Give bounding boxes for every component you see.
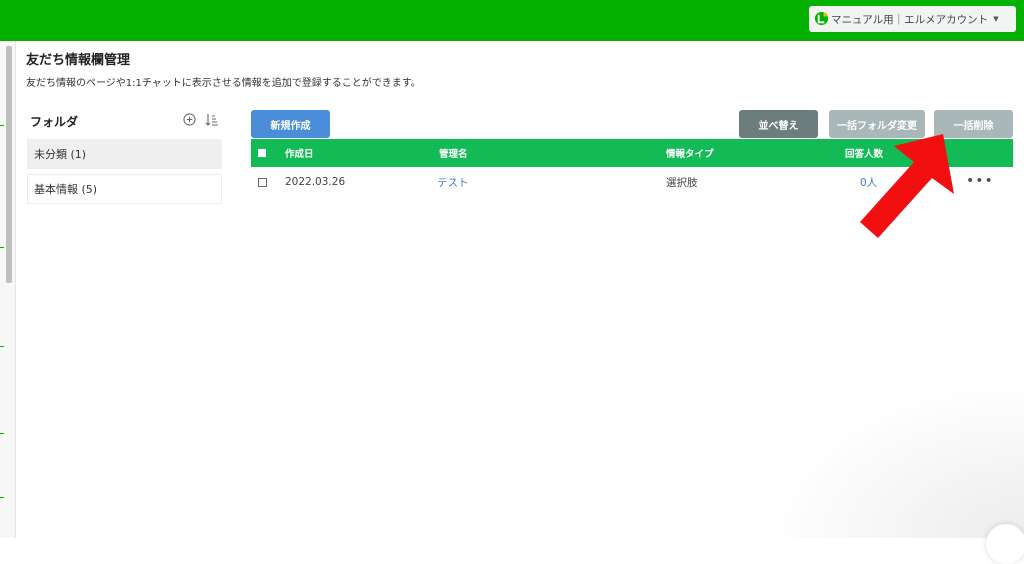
row-date: 2022.03.26 [285,176,346,188]
row-type: 選択肢 [666,176,698,189]
sidebar-scrollbar[interactable] [6,46,12,283]
sort-button[interactable]: 並べ替え [739,110,818,138]
account-name: マニュアル用｜エルメアカウント [831,13,989,26]
page-title: 友だち情報欄管理 [26,53,131,68]
folder-item-label: 基本情報 (5) [34,183,98,196]
more-options-icon[interactable]: ••• [966,174,993,188]
sidebar-marker [0,433,4,434]
select-all-checkbox[interactable] [258,149,266,157]
column-header-name[interactable]: 管理名 [439,139,468,167]
page-description: 友だち情報のページや1:1チャットに表示させる情報を追加で登録することができます… [26,78,421,89]
top-navigation-bar: マニュアル用｜エルメアカウント ▼ [0,0,1024,41]
background-shadow [764,378,1024,538]
floating-help-button[interactable] [986,524,1024,564]
new-create-button[interactable]: 新規作成 [251,110,330,138]
sidebar-marker [0,247,4,248]
sidebar-marker [0,497,4,498]
folder-item-basic-info[interactable]: 基本情報 (5) [27,174,222,204]
sidebar-marker [0,346,4,347]
folder-item-label: 未分類 (1) [34,148,87,161]
red-arrow-icon [860,134,954,238]
sidebar-marker [0,125,4,126]
chevron-down-icon: ▼ [993,15,999,23]
column-header-date[interactable]: 作成日 [285,139,314,167]
account-switcher-button[interactable]: マニュアル用｜エルメアカウント ▼ [809,6,1016,32]
add-folder-icon[interactable] [183,113,196,126]
row-name-link[interactable]: テスト [437,168,469,196]
folder-heading: フォルダ [30,115,79,129]
folder-item-uncategorized[interactable]: 未分類 (1) [27,139,222,169]
sort-folders-icon[interactable] [205,113,219,127]
column-header-type[interactable]: 情報タイプ [666,139,714,167]
row-checkbox[interactable] [258,178,267,187]
lme-logo-icon [814,11,829,26]
